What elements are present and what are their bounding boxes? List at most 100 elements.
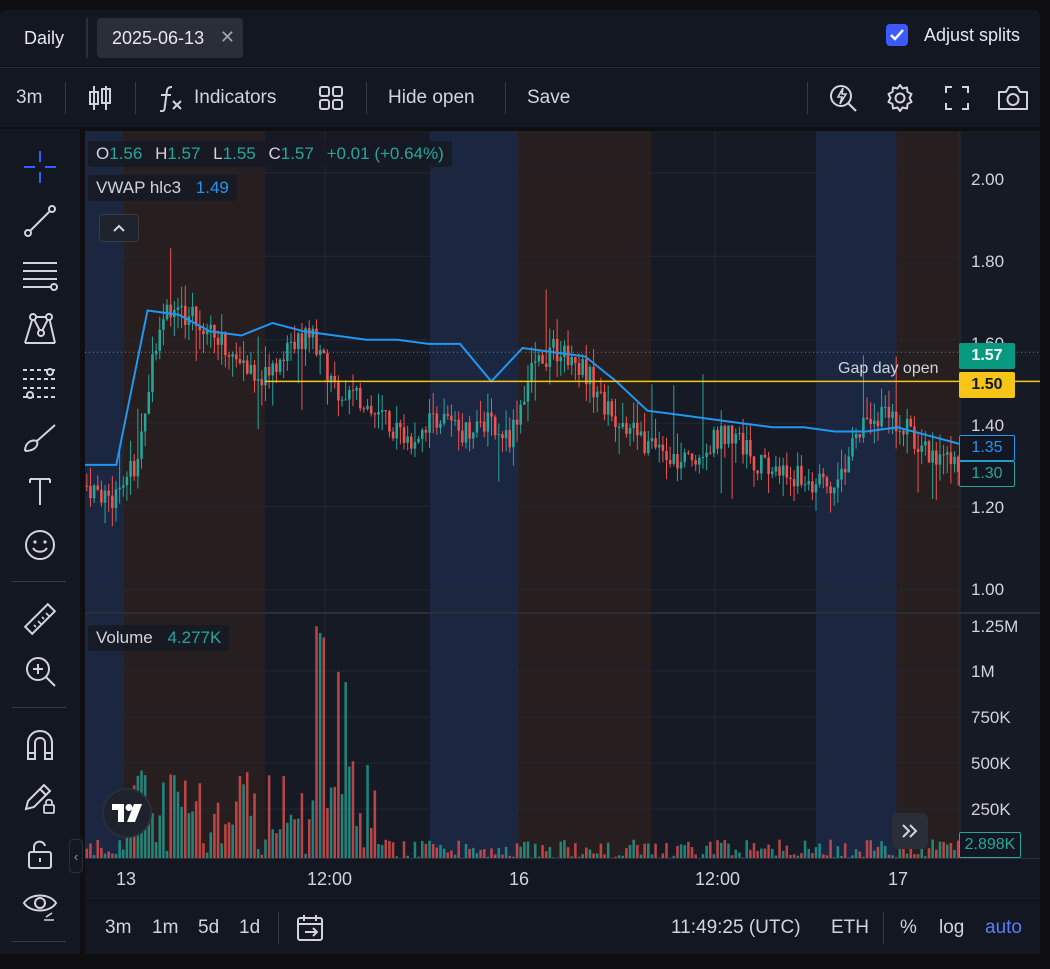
candle-body [260,379,264,386]
adjust-splits-checkbox[interactable] [885,24,908,46]
session-button[interactable]: ETH [831,901,869,954]
log-scale-button[interactable]: log [939,901,964,954]
chart-pane[interactable] [85,131,1040,858]
candle-body [614,416,617,428]
tab-daily[interactable]: Daily [10,20,78,56]
candle-body [388,411,391,432]
low-price-tag: 1.30 [959,461,1015,487]
time-tick: 12:00 [695,869,741,889]
volume-legend[interactable]: Volume 4.277K [88,625,230,651]
fullscreen-button[interactable] [943,68,971,128]
vwap-legend[interactable]: VWAP hlc3 1.49 [88,175,237,201]
adjust-splits-toggle[interactable]: Adjust splits [885,24,1020,46]
fib-tool[interactable] [20,363,60,403]
volume-bar [606,842,610,858]
price-chart[interactable] [85,131,1040,858]
timeframe-button[interactable]: 3m [16,68,42,128]
layout-grid-icon [319,86,343,110]
volume-bar [194,801,198,858]
candle-body [344,399,347,401]
percent-scale-button[interactable]: % [900,901,917,954]
hide-open-button[interactable]: Hide open [388,68,475,128]
volume-bar [716,840,719,858]
candle-body [417,438,420,443]
auto-scale-button[interactable]: auto [985,901,1022,954]
text-tool[interactable] [20,471,60,511]
collapse-toolbar-button[interactable]: ‹ [69,839,83,873]
emoji-tool[interactable] [20,525,60,565]
volume-bar [636,845,639,858]
range-3m-button[interactable]: 3m [105,901,131,954]
candle-body [479,421,482,423]
close-icon[interactable]: ✕ [220,27,235,48]
horizontal-lines-tool[interactable] [20,255,60,295]
volume-bar [267,775,271,858]
volume-bar [464,843,468,858]
layout-button[interactable] [318,68,344,128]
range-5d-button[interactable]: 5d [198,901,219,954]
candle-body [716,429,719,449]
candle-body [905,418,909,435]
collapse-legend-button[interactable] [99,214,139,242]
volume-bar [953,849,956,858]
volume-bar [482,849,486,858]
crosshair-tool[interactable] [20,147,60,187]
tradingview-logo[interactable] [102,788,152,838]
candles-icon [89,86,111,110]
candle-body [792,479,796,487]
volume-bar [883,845,887,858]
zoom-in-tool[interactable] [20,651,60,691]
candle-body [727,425,730,444]
candle-body [712,429,716,454]
ohlc-close-value: 1.57 [280,144,314,163]
session-band [430,131,518,858]
magnet-tool[interactable] [20,725,60,765]
volume-bar [719,842,723,858]
candle-body [410,436,413,449]
candle-body [202,330,205,335]
candle-body [453,419,457,421]
volume-bar [468,848,471,858]
lock-tool[interactable] [20,834,60,874]
pattern-tool[interactable] [20,309,60,349]
candle-body [533,361,537,363]
ruler-tool[interactable] [20,599,60,639]
range-1m-button[interactable]: 1m [152,901,178,954]
candle-body [111,495,114,508]
trend-line-tool[interactable] [20,201,60,241]
save-button[interactable]: Save [527,68,570,128]
volume-bar [96,839,100,858]
toolbar-divider [505,82,506,114]
candle-body [825,477,829,487]
candle-body [475,421,479,433]
go-to-date-button[interactable] [295,901,327,954]
chart-type-button[interactable] [88,68,112,128]
indicators-button[interactable]: Indicators [158,68,276,128]
time-tick: 12:00 [307,869,353,889]
candle-body [661,444,665,451]
volume-bar [599,843,603,858]
volume-bar [625,848,628,858]
utc-clock[interactable]: 11:49:25 (UTC) [671,901,801,954]
toolbar-divider [12,941,66,942]
quick-search-button[interactable] [828,68,858,128]
lock-drawings-tool[interactable] [20,779,60,819]
settings-button[interactable] [885,68,915,128]
screenshot-button[interactable] [996,68,1030,128]
time-axis[interactable]: 13 12:00 16 12:00 17 [85,858,1040,900]
volume-bar [807,848,810,858]
candle-body [891,411,894,418]
candle-body [282,359,285,362]
tab-date[interactable]: 2025-06-13 ✕ [97,18,243,58]
vwap-price-tag: 1.35 [959,435,1015,461]
volume-bar [173,775,176,858]
scroll-to-realtime-button[interactable] [892,813,928,849]
range-1d-button[interactable]: 1d [239,901,260,954]
brush-tool[interactable] [20,417,60,457]
brush-icon [24,424,56,452]
volume-tick: 500K [971,754,1011,773]
visibility-tool[interactable] [20,885,60,925]
candle-body [154,350,158,355]
price-tick: 1.00 [971,580,1005,599]
candle-body [180,305,183,308]
